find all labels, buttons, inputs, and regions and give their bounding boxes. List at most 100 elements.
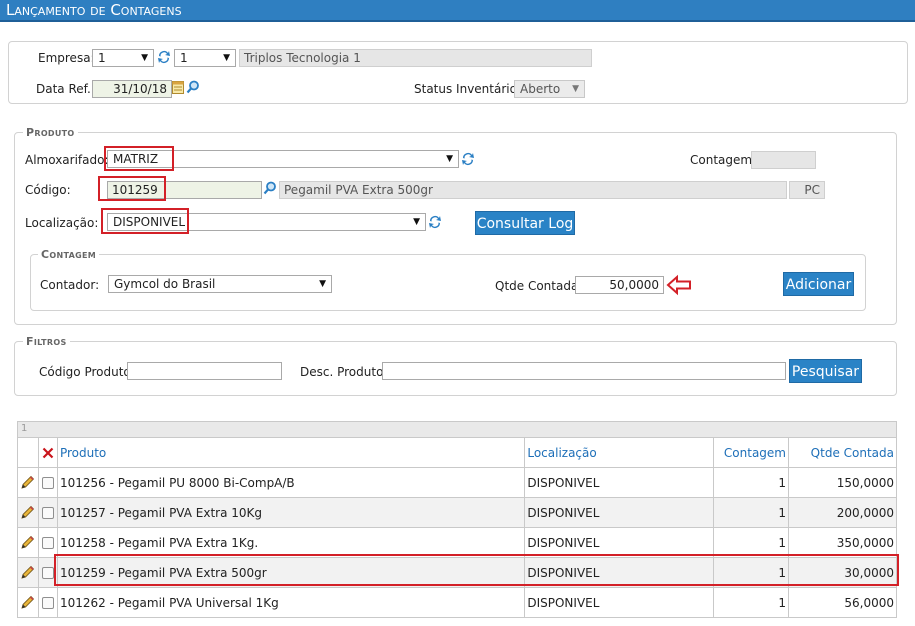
calendar-icon[interactable]	[172, 80, 185, 94]
table-header-row: Produto Localização Contagem Qtde Contad…	[17, 437, 897, 468]
local-label: Localização:	[25, 216, 99, 230]
filtro-codigo-input[interactable]	[127, 362, 282, 380]
empresa-select[interactable]: 1 ▼	[92, 49, 154, 67]
page-title: Lançamento de Contagens	[0, 0, 915, 22]
select-cell[interactable]	[37, 497, 58, 528]
column-header-produto[interactable]: Produto	[56, 437, 526, 468]
cell-qtde: 350,0000	[788, 527, 897, 558]
cell-produto: 101256 - Pegamil PU 8000 Bi-CompA/B	[56, 467, 526, 498]
grid-page-indicator: 1	[17, 421, 897, 437]
contador-select[interactable]: Gymcol do Brasil ▼	[108, 275, 332, 293]
pencil-icon[interactable]	[20, 505, 35, 520]
filtros-legend: Filtros	[23, 335, 70, 348]
left-arrow-annotation-icon	[666, 274, 691, 296]
dataref-label: Data Ref.:	[36, 82, 95, 96]
contagem-legend: Contagem	[38, 248, 99, 261]
table-row[interactable]: 101262 - Pegamil PVA Universal 1Kg DISPO…	[17, 587, 897, 618]
row-checkbox[interactable]	[41, 537, 54, 549]
adicionar-button[interactable]: Adicionar	[783, 272, 854, 296]
edit-column-header	[17, 437, 39, 468]
refresh-icon[interactable]	[427, 214, 443, 230]
filial-select[interactable]: 1 ▼	[174, 49, 236, 67]
cell-localizacao: DISPONIVEL	[524, 497, 715, 528]
contador-select-value: Gymcol do Brasil	[114, 277, 216, 291]
edit-cell[interactable]	[17, 587, 39, 618]
refresh-icon[interactable]	[156, 49, 172, 65]
row-checkbox[interactable]	[41, 477, 54, 489]
edit-cell[interactable]	[17, 467, 39, 498]
column-header-qtde[interactable]: Qtde Contada	[788, 437, 897, 468]
dataref-input[interactable]: 31/10/18	[92, 80, 172, 98]
contador-label: Contador:	[40, 278, 100, 292]
local-highlight	[101, 208, 189, 234]
almox-highlight	[104, 146, 174, 171]
refresh-icon[interactable]	[460, 151, 476, 167]
chevron-down-icon: ▼	[319, 279, 326, 289]
empresa-select-value: 1	[98, 51, 106, 65]
filtro-desc-label: Desc. Produto:	[300, 365, 388, 379]
qtde-label: Qtde Contada:	[495, 279, 583, 293]
pencil-icon[interactable]	[20, 475, 35, 490]
cell-produto: 101257 - Pegamil PVA Extra 10Kg	[56, 497, 526, 528]
status-select[interactable]: Aberto ▼	[514, 80, 585, 98]
chevron-down-icon: ▼	[223, 53, 230, 63]
cell-produto: 101258 - Pegamil PVA Extra 1Kg.	[56, 527, 526, 558]
select-cell[interactable]	[37, 527, 58, 558]
almox-label: Almoxarifado:	[25, 153, 109, 167]
selected-row-highlight	[54, 554, 899, 586]
empresa-label: Empresa:	[38, 51, 95, 65]
cell-qtde: 150,0000	[788, 467, 897, 498]
table-row[interactable]: 101257 - Pegamil PVA Extra 10Kg DISPONIV…	[17, 497, 897, 528]
cell-localizacao: DISPONIVEL	[524, 587, 715, 618]
cell-produto: 101262 - Pegamil PVA Universal 1Kg	[56, 587, 526, 618]
delete-x-icon[interactable]	[42, 447, 54, 459]
cell-qtde: 200,0000	[788, 497, 897, 528]
descricao-field: Pegamil PVA Extra 500gr	[279, 181, 787, 199]
pencil-icon[interactable]	[20, 535, 35, 550]
chevron-down-icon: ▼	[572, 84, 579, 94]
status-select-value: Aberto	[520, 82, 561, 96]
column-header-localizacao[interactable]: Localização	[524, 437, 715, 468]
chevron-down-icon: ▼	[141, 53, 148, 63]
delete-column-header[interactable]	[37, 437, 58, 468]
pencil-icon[interactable]	[20, 565, 35, 580]
pesquisar-button[interactable]: Pesquisar	[789, 359, 862, 383]
qtde-input[interactable]: 50,0000	[575, 276, 664, 294]
row-checkbox[interactable]	[41, 597, 54, 609]
codigo-label: Código:	[25, 183, 71, 197]
contagens-table: Produto Localização Contagem Qtde Contad…	[17, 437, 897, 618]
column-header-contagem[interactable]: Contagem	[713, 437, 789, 468]
consultar-log-button[interactable]: Consultar Log	[475, 211, 575, 235]
cell-qtde: 56,0000	[788, 587, 897, 618]
codigo-highlight	[98, 176, 166, 201]
cell-contagem: 1	[713, 587, 789, 618]
contagem-field	[751, 151, 816, 169]
filtro-desc-input[interactable]	[382, 362, 786, 380]
filial-select-value: 1	[180, 51, 188, 65]
cell-contagem: 1	[713, 497, 789, 528]
cell-contagem: 1	[713, 527, 789, 558]
search-icon[interactable]	[263, 181, 277, 195]
row-checkbox[interactable]	[41, 567, 54, 579]
edit-cell[interactable]	[17, 557, 39, 588]
search-icon[interactable]	[186, 80, 200, 94]
chevron-down-icon: ▼	[446, 154, 453, 164]
edit-cell[interactable]	[17, 527, 39, 558]
cell-localizacao: DISPONIVEL	[524, 467, 715, 498]
filtro-codigo-label: Código Produto:	[39, 365, 135, 379]
select-cell[interactable]	[37, 587, 58, 618]
select-cell[interactable]	[37, 467, 58, 498]
row-checkbox[interactable]	[41, 507, 54, 519]
cell-localizacao: DISPONIVEL	[524, 527, 715, 558]
table-row[interactable]: 101256 - Pegamil PU 8000 Bi-CompA/B DISP…	[17, 467, 897, 498]
edit-cell[interactable]	[17, 497, 39, 528]
empresa-name-field: Triplos Tecnologia 1	[239, 49, 592, 67]
unidade-field: PC	[789, 181, 825, 199]
contagem-label: Contagem:	[690, 153, 757, 167]
produto-legend: Produto	[23, 126, 78, 139]
chevron-down-icon: ▼	[413, 217, 420, 227]
status-label: Status Inventário:	[414, 82, 521, 96]
pencil-icon[interactable]	[20, 595, 35, 610]
table-row[interactable]: 101258 - Pegamil PVA Extra 1Kg. DISPONIV…	[17, 527, 897, 558]
cell-contagem: 1	[713, 467, 789, 498]
